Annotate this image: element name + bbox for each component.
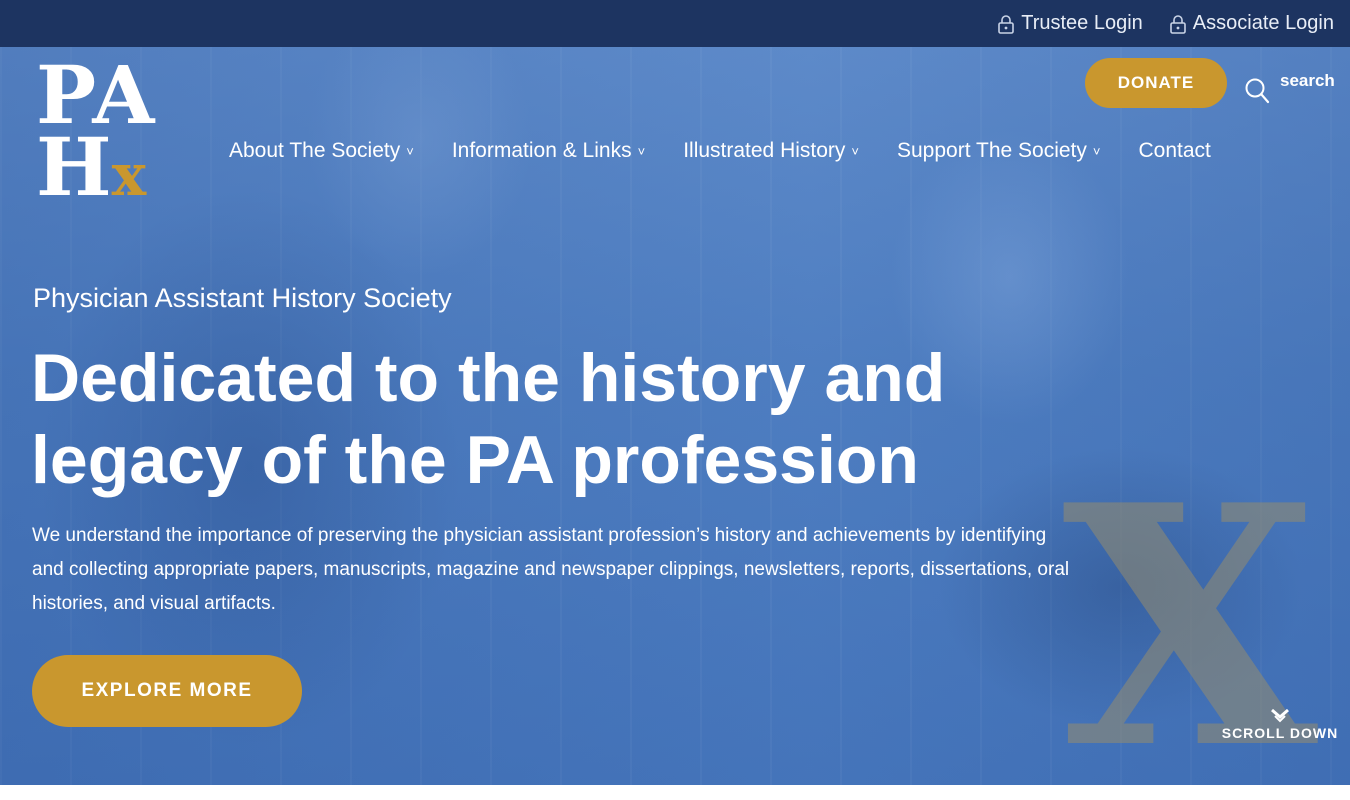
lock-icon: [1169, 14, 1186, 34]
chevron-down-icon: ˅: [851, 143, 859, 159]
donate-button[interactable]: DONATE: [1085, 58, 1227, 108]
hero-description: We understand the importance of preservi…: [32, 525, 1070, 614]
trustee-login-link[interactable]: Trustee Login: [997, 12, 1143, 35]
associate-login-link[interactable]: Associate Login: [1169, 12, 1334, 35]
chevron-down-icon: ˅: [406, 143, 414, 159]
site-logo[interactable]: PA Hx: [36, 55, 156, 211]
nav-item-support[interactable]: Support The Society ˅: [897, 139, 1101, 163]
trustee-login-label: Trustee Login: [1021, 12, 1143, 34]
nav-item-label: Contact: [1138, 139, 1211, 162]
logo-x: x: [111, 141, 147, 209]
hero-eyebrow: Physician Assistant History Society: [33, 283, 452, 313]
logo-line-2: Hx: [36, 127, 156, 211]
nav-item-label: Illustrated History: [683, 139, 846, 162]
logo-h: H: [36, 120, 112, 214]
nav-item-label: Support The Society: [897, 139, 1087, 162]
nav-item-illustrated-history[interactable]: Illustrated History ˅: [683, 139, 859, 163]
scroll-down-link[interactable]: SCROLL DOWN: [1220, 707, 1340, 741]
associate-login-label: Associate Login: [1192, 12, 1334, 34]
hero-section: PA Hx DONATE search About The Society ˅ …: [0, 47, 1350, 785]
chevron-down-icon: ˅: [637, 143, 646, 159]
search-label: search: [1280, 71, 1335, 90]
chevron-down-icon: ˅: [1092, 143, 1101, 159]
nav-item-information[interactable]: Information & Links ˅: [452, 139, 645, 163]
nav-item-label: About The Society: [229, 139, 401, 162]
nav-item-label: Information & Links: [451, 139, 632, 162]
explore-more-button[interactable]: EXPLORE MORE: [32, 655, 302, 727]
search-toggle[interactable]: search: [1244, 71, 1335, 105]
nav-item-contact[interactable]: Contact: [1139, 139, 1211, 163]
hero-headline: Dedicated to the history and legacy of t…: [31, 340, 946, 498]
nav-item-about[interactable]: About The Society ˅: [229, 139, 414, 163]
top-utility-bar: Trustee Login Associate Login: [0, 0, 1350, 47]
search-icon: [1245, 78, 1270, 104]
scroll-down-label: SCROLL DOWN: [1221, 725, 1339, 741]
scroll-down-arrow-icon: [1271, 708, 1289, 723]
main-navigation: About The Society ˅ Information & Links …: [229, 139, 1249, 163]
lock-icon: [998, 14, 1015, 34]
